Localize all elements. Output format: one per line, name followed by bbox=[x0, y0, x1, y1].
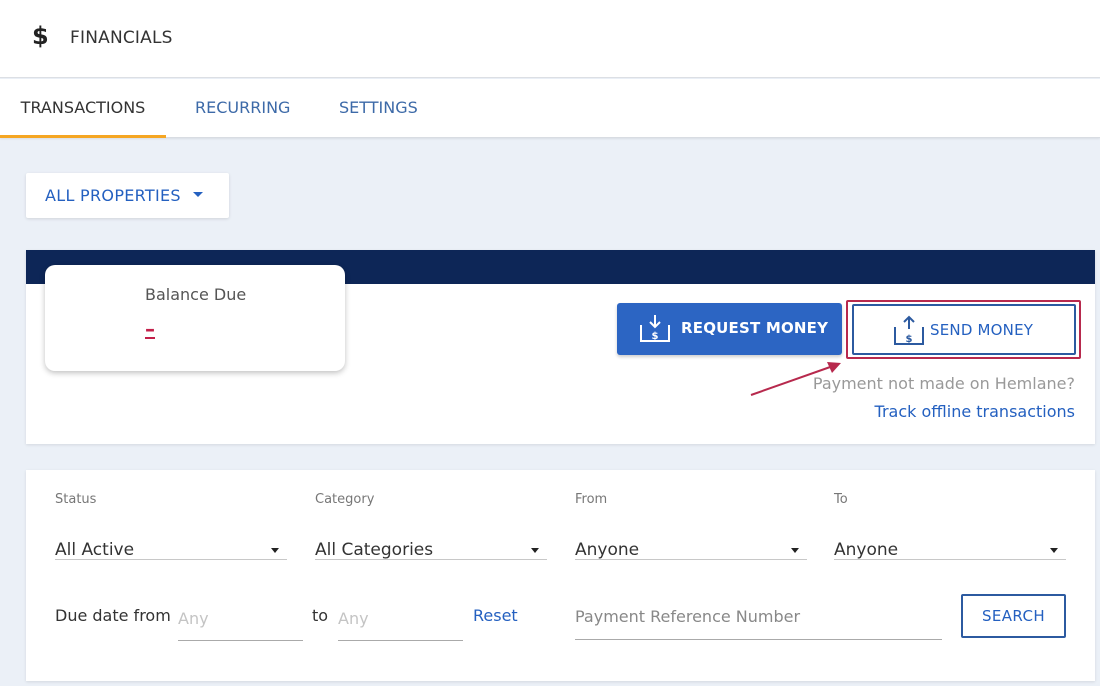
tab-settings[interactable]: SETTINGS bbox=[339, 79, 418, 138]
property-dropdown[interactable]: ALL PROPERTIES bbox=[26, 173, 229, 218]
from-select-value: Anyone bbox=[575, 540, 640, 560]
from-filter-label: From bbox=[575, 492, 608, 507]
balance-section: Balance Due – $ REQUEST MONEY $ SEND MON… bbox=[26, 250, 1095, 444]
reset-link[interactable]: Reset bbox=[473, 606, 518, 625]
caret-down-icon bbox=[531, 548, 539, 553]
offline-payment-text: Payment not made on Hemlane? bbox=[812, 374, 1075, 393]
send-money-label: SEND MONEY bbox=[930, 321, 1034, 339]
due-date-to-input[interactable] bbox=[338, 596, 463, 641]
due-date-from-input[interactable] bbox=[178, 596, 303, 641]
category-filter: Category All Categories bbox=[315, 490, 547, 560]
filter-panel: Status All Active Category All Categorie… bbox=[26, 470, 1095, 681]
caret-down-icon bbox=[1050, 548, 1058, 553]
to-select-value: Anyone bbox=[834, 540, 899, 560]
property-dropdown-label: ALL PROPERTIES bbox=[45, 186, 181, 205]
dollar-icon: $ bbox=[32, 22, 49, 50]
caret-down-icon bbox=[791, 548, 799, 553]
app-header: $ FINANCIALS bbox=[0, 0, 1100, 78]
to-select[interactable]: Anyone bbox=[834, 530, 1066, 560]
status-select[interactable]: All Active bbox=[55, 530, 287, 560]
tab-transactions[interactable]: TRANSACTIONS bbox=[0, 79, 166, 138]
category-select-value: All Categories bbox=[315, 540, 434, 560]
from-filter: From Anyone bbox=[575, 490, 807, 560]
annotation-arrow bbox=[750, 362, 841, 396]
to-filter: To Anyone bbox=[834, 490, 1066, 560]
money-in-icon: $ bbox=[637, 313, 673, 349]
category-filter-label: Category bbox=[315, 492, 375, 507]
request-money-button[interactable]: $ REQUEST MONEY bbox=[617, 303, 842, 355]
balance-due-card: Balance Due – bbox=[45, 265, 345, 371]
send-money-button[interactable]: $ SEND MONEY bbox=[852, 304, 1076, 355]
to-filter-label: To bbox=[834, 492, 848, 507]
category-select[interactable]: All Categories bbox=[315, 530, 547, 560]
tab-bar: TRANSACTIONS RECURRING SETTINGS bbox=[0, 79, 1100, 138]
search-button[interactable]: SEARCH bbox=[961, 594, 1066, 638]
caret-down-icon bbox=[193, 192, 203, 197]
money-out-icon: $ bbox=[891, 314, 927, 352]
svg-text:$: $ bbox=[906, 334, 913, 345]
track-offline-link[interactable]: Track offline transactions bbox=[875, 402, 1075, 421]
due-date-label: Due date from bbox=[55, 606, 171, 625]
payment-reference-input[interactable] bbox=[575, 594, 942, 640]
from-select[interactable]: Anyone bbox=[575, 530, 807, 560]
due-date-to-label: to bbox=[312, 606, 329, 625]
status-select-value: All Active bbox=[55, 540, 135, 560]
svg-text:$: $ bbox=[652, 331, 659, 342]
status-filter: Status All Active bbox=[55, 490, 287, 560]
page-title: FINANCIALS bbox=[70, 28, 173, 48]
balance-due-value[interactable]: – bbox=[145, 317, 155, 341]
balance-due-label: Balance Due bbox=[145, 285, 247, 304]
request-money-label: REQUEST MONEY bbox=[681, 319, 829, 337]
status-filter-label: Status bbox=[55, 492, 97, 507]
tab-recurring[interactable]: RECURRING bbox=[195, 79, 290, 138]
caret-down-icon bbox=[271, 548, 279, 553]
